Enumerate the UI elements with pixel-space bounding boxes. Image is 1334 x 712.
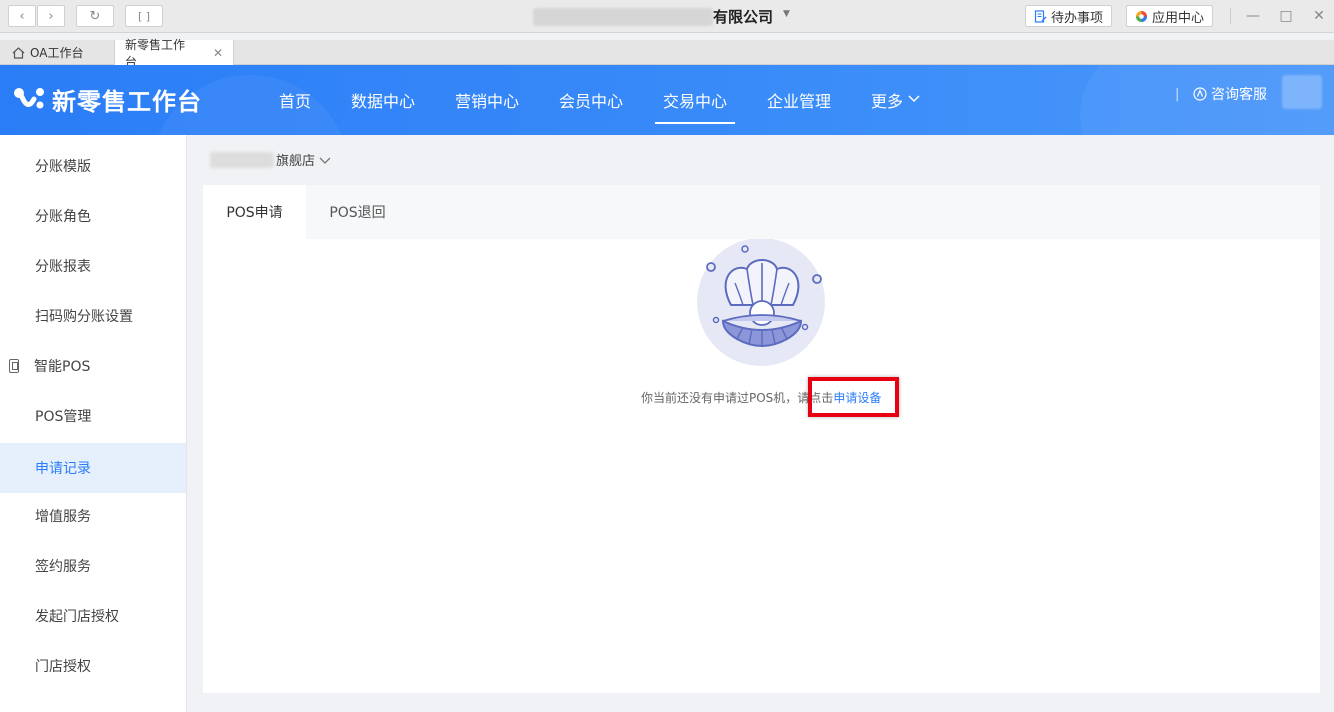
apply-device-link[interactable]: 申请设备 [833,391,881,405]
sidebar-item-scan-split-settings[interactable]: 扫码购分账设置 [0,291,186,341]
close-icon: ✕ [1313,8,1325,24]
todo-icon [1034,9,1047,23]
window-titlebar: ‹ › ↻ [ ] 有限公司 ▼ 待办事项 应用中心 — □ ✕ [0,0,1334,33]
sidebar-item-pos-management[interactable]: POS管理 [0,391,186,441]
sidebar-group-label: 智能POS [34,359,91,375]
header-separator: | [1175,87,1180,102]
panel-tabs: POS申请 POS退回 [203,185,1320,239]
sidebar-item-split-role[interactable]: 分账角色 [0,191,186,241]
chevron-left-icon: ‹ [19,8,25,24]
sidebar-item-value-added-services[interactable]: 增值服务 [0,491,186,541]
customer-support-button[interactable]: 咨询客服 [1193,84,1267,104]
pos-device-icon [9,359,19,373]
tab-oa-workbench[interactable]: OA工作台 [2,40,114,65]
app-center-button[interactable]: 应用中心 [1126,5,1214,27]
close-tab-icon[interactable]: ✕ [213,46,223,60]
empty-state-text: 你当前还没有申请过POS机，请点击 [641,391,834,405]
nav-data-center[interactable]: 数据中心 [351,88,415,124]
nav-more-label: 更多 [871,92,904,111]
nav-home[interactable]: 首页 [279,88,311,124]
refresh-button[interactable]: ↻ [76,5,114,27]
home-icon [12,46,25,59]
empty-state-message: 你当前还没有申请过POS机，请点击申请设备 [641,389,881,406]
main-panel: POS申请 POS退回 你当前还没有申请过POS机，请点击申请设备 [203,185,1320,693]
chevron-down-icon [319,157,331,164]
nav-member-center[interactable]: 会员中心 [559,88,623,124]
sidebar-group-smart-pos[interactable]: 智能POS [0,341,186,391]
nav-more[interactable]: 更多 [871,88,921,124]
app-center-icon [1136,10,1147,22]
store-name: 旗舰店 [276,154,316,169]
top-nav: 新零售工作台 首页 数据中心 营销中心 会员中心 交易中心 企业管理 更多 | … [0,65,1334,135]
tab-new-retail[interactable]: 新零售工作台 ✕ [114,38,234,69]
sidebar-item-split-template[interactable]: 分账模版 [0,141,186,191]
sidebar-item-initiate-store-authorization[interactable]: 发起门店授权 [0,591,186,641]
tab-label: OA工作台 [30,46,84,60]
nav-trade-center[interactable]: 交易中心 [654,88,736,124]
tab-pos-application[interactable]: POS申请 [203,185,306,239]
chevron-down-icon [908,95,920,103]
fullscreen-icon: [ ] [137,9,151,23]
tab-pos-return[interactable]: POS退回 [306,185,409,239]
store-selector[interactable]: 旗舰店 [210,150,332,169]
empty-state-shell-illustration [697,239,825,366]
close-window-button[interactable]: ✕ [1309,6,1329,26]
chevron-right-icon: › [48,8,54,24]
tab-strip: OA工作台 新零售工作台 ✕ [0,38,1334,69]
minimize-icon: — [1246,8,1260,24]
company-title[interactable]: 有限公司 [713,6,773,27]
todo-label: 待办事项 [1051,10,1104,26]
store-name-redacted [210,151,274,168]
app-center-label: 应用中心 [1152,10,1205,26]
todo-button[interactable]: 待办事项 [1025,5,1113,27]
sidebar: 分账模版 分账角色 分账报表 扫码购分账设置 智能POS POS管理 申请记录 … [0,135,187,712]
back-button[interactable]: ‹ [8,5,36,27]
nav-marketing-center[interactable]: 营销中心 [455,88,519,124]
maximize-icon: □ [1279,8,1293,24]
divider [1230,8,1231,24]
app-logo[interactable]: 新零售工作台 [12,82,202,117]
sidebar-item-application-records[interactable]: 申请记录 [0,443,186,493]
sidebar-item-store-authorization[interactable]: 门店授权 [0,641,186,691]
sidebar-item-contract-services[interactable]: 签约服务 [0,541,186,591]
maximize-button[interactable]: □ [1276,6,1296,26]
nav-enterprise-management[interactable]: 企业管理 [767,88,831,124]
minimize-button[interactable]: — [1243,6,1263,26]
forward-button[interactable]: › [37,5,65,27]
avatar[interactable] [1282,75,1322,109]
sidebar-item-split-report[interactable]: 分账报表 [0,241,186,291]
refresh-icon: ↻ [89,8,101,24]
logo-icon [14,87,44,108]
support-label: 咨询客服 [1211,87,1267,103]
support-icon [1193,87,1207,101]
logo-text: 新零售工作台 [52,88,202,116]
company-name-redacted [533,8,713,26]
caret-down-icon[interactable]: ▼ [783,9,790,19]
fullscreen-button[interactable]: [ ] [125,5,163,27]
